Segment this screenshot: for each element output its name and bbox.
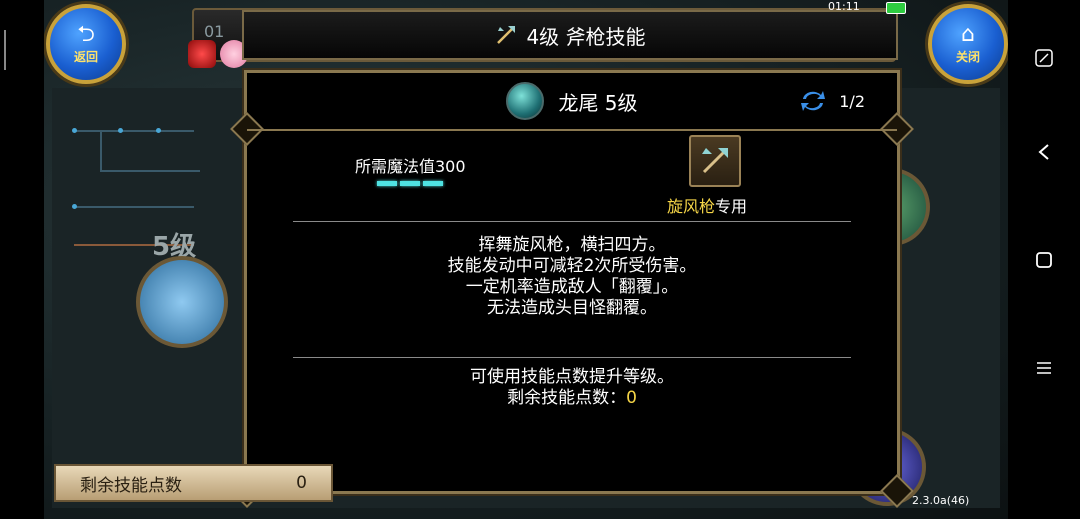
axe-spear-icon — [497, 26, 516, 44]
back-label: 返回 — [73, 49, 98, 64]
remaining-points-panel-label: 剩余技能点数 — [80, 475, 182, 496]
window-title-bar: 4级 斧枪技能 — [242, 10, 898, 60]
divider — [293, 357, 851, 358]
screenshot-icon[interactable] — [1032, 46, 1056, 70]
mp-segment — [400, 181, 420, 186]
battery-icon — [886, 2, 906, 14]
page-number: 1/2 — [839, 91, 865, 111]
tree-node — [72, 128, 77, 133]
game-screen: 5级 0级 01 85 ⮌ 返回 4级 斧枪技能 ⌂ 关闭 01:11 — [44, 0, 1008, 519]
back-button[interactable]: ⮌ 返回 — [46, 4, 126, 84]
hud-stat-left: 01 — [204, 22, 225, 41]
description-line: 无法造成头目怪翻覆。 — [487, 298, 657, 318]
remaining-points-panel-value: 0 — [296, 473, 307, 493]
swap-page-icon[interactable] — [799, 87, 827, 115]
description-line: 技能发动中可减轻2次所受伤害。 — [447, 256, 697, 276]
back-arrow-icon: ⮌ — [77, 21, 95, 47]
close-button[interactable]: ⌂ 关闭 — [928, 4, 1008, 84]
tree-node — [118, 128, 123, 133]
home-nav-icon[interactable] — [1032, 248, 1056, 272]
mp-segment — [377, 181, 397, 186]
mp-gauge — [377, 181, 443, 186]
version-label: 2.3.0a(46) — [912, 494, 970, 507]
dragon-tail-skill-icon — [506, 82, 545, 120]
weapon-requirement: 旋风枪专用 — [667, 193, 747, 217]
tree-node — [72, 204, 77, 209]
menu-nav-icon[interactable] — [1032, 356, 1056, 380]
weapon-name: 旋风枪 — [667, 197, 716, 216]
status-time: 01:11 — [828, 0, 860, 13]
divider — [293, 221, 851, 222]
remaining-points-panel: 剩余技能点数 0 — [54, 464, 333, 502]
tree-line — [74, 206, 194, 208]
skill-header: 龙尾 5级 1/2 — [247, 73, 897, 131]
description-line: 挥舞旋风枪，横扫四方。 — [478, 235, 666, 255]
page-indicator: 1/2 — [799, 87, 865, 115]
home-icon: ⌂ — [961, 21, 975, 47]
left-edge — [0, 0, 44, 519]
system-navigation-bar — [1008, 0, 1080, 519]
mp-segment — [423, 181, 443, 186]
edge-indicator — [4, 30, 6, 70]
tree-node — [156, 128, 161, 133]
remaining-points-line: 剩余技能点数：0 — [247, 388, 897, 409]
weapon-suffix: 专用 — [715, 197, 748, 216]
tree-line — [100, 170, 200, 172]
skill-name: 龙尾 5级 — [558, 90, 638, 115]
mp-required: 所需魔法值300 — [355, 157, 466, 176]
window-title: 4级 斧枪技能 — [526, 24, 646, 49]
halberd-icon — [702, 148, 728, 174]
skill-detail-dialog: 龙尾 5级 1/2 所需魔法值300 旋风枪专用 挥舞旋风枪，横扫四方。 技能发… — [230, 70, 914, 508]
tree-line — [74, 130, 194, 132]
skill-description: 挥舞旋风枪，横扫四方。 技能发动中可减轻2次所受伤害。 一定机率造成敌人「翻覆」… — [247, 235, 897, 319]
weapon-slot — [689, 135, 741, 187]
description-line: 一定机率造成敌人「翻覆」。 — [465, 277, 679, 297]
remaining-points-label: 剩余技能点数： — [507, 388, 627, 408]
close-label: 关闭 — [955, 49, 980, 64]
ruby-icon[interactable] — [188, 40, 216, 68]
back-nav-icon[interactable] — [1032, 140, 1056, 164]
skill-points-info: 可使用技能点数提升等级。 剩余技能点数：0 — [247, 367, 897, 409]
skill-orb-left[interactable] — [136, 256, 228, 348]
tree-line — [100, 130, 102, 170]
remaining-points-value: 0 — [626, 388, 637, 408]
upgrade-hint: 可使用技能点数提升等级。 — [470, 367, 674, 387]
